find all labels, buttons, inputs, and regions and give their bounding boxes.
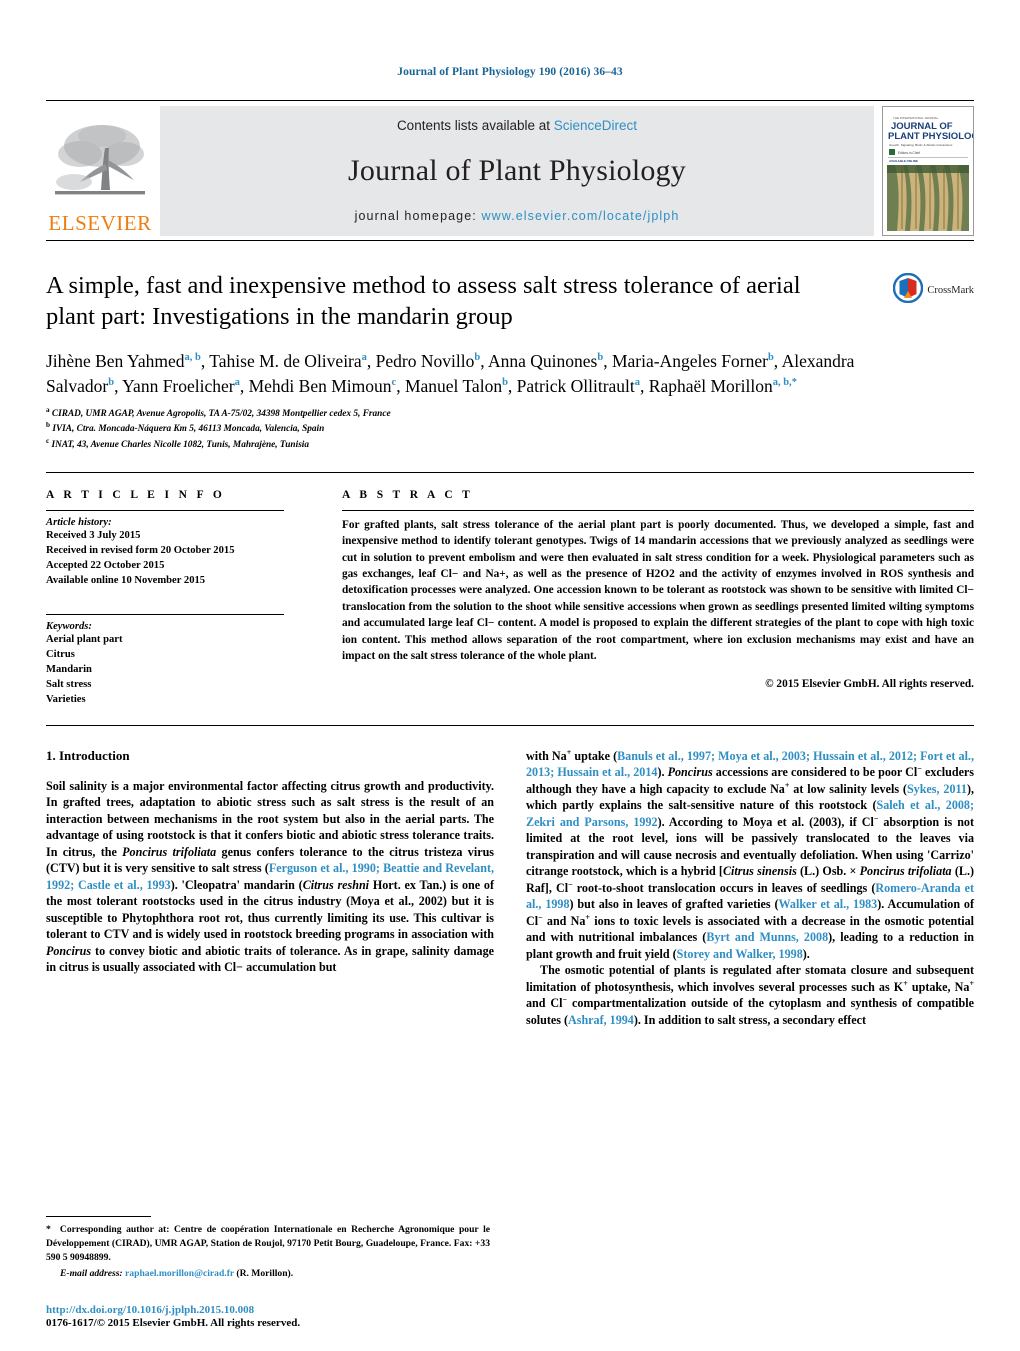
info-abstract-region: A R T I C L E I N F O Article history: R… <box>46 489 974 707</box>
affiliation-text: IVIA, Ctra. Moncada-Náquera Km 5, 46113 … <box>52 424 325 435</box>
corresponding-author-text: * Corresponding author at: Centre de coo… <box>46 1224 490 1263</box>
email-label: E-mail address: <box>60 1268 123 1280</box>
email-line: E-mail address: raphael.morillon@cirad.f… <box>46 1267 490 1281</box>
homepage-prefix: journal homepage: <box>354 209 482 223</box>
svg-text:PLANT PHYSIOLOGY: PLANT PHYSIOLOGY <box>888 131 973 142</box>
contents-list-line: Contents lists available at ScienceDirec… <box>397 118 637 133</box>
history-item: Received 3 July 2015 <box>46 529 141 541</box>
article-info-rule <box>46 509 284 511</box>
affiliation-item: b IVIA, Ctra. Moncada-Náquera Km 5, 4611… <box>46 422 974 437</box>
running-head: Journal of Plant Physiology 190 (2016) 3… <box>397 66 623 78</box>
affiliations: a CIRAD, UMR AGAP, Avenue Agropolis, TA … <box>46 407 974 452</box>
sciencedirect-link[interactable]: ScienceDirect <box>554 118 637 133</box>
elsevier-logo: ELSEVIER <box>46 106 154 236</box>
keyword-item: Mandarin <box>46 663 92 675</box>
title-bottom-rule <box>46 471 974 473</box>
email-suffix: (R. Morillon). <box>236 1268 294 1280</box>
svg-text:Editors-in-Chief: Editors-in-Chief <box>898 151 920 155</box>
keywords-rule <box>46 613 284 615</box>
author-list: Jihène Ben Yahmeda, b, Tahise M. de Oliv… <box>46 350 855 396</box>
journal-title: Journal of Plant Physiology <box>348 154 686 187</box>
doi-link[interactable]: http://dx.doi.org/10.1016/j.jplph.2015.1… <box>46 1304 506 1316</box>
affiliation-text: CIRAD, UMR AGAP, Avenue Agropolis, TA A-… <box>51 409 391 420</box>
header-rule <box>46 100 974 101</box>
affiliation-text: INAT, 43, Avenue Charles Nicolle 1082, T… <box>51 439 310 450</box>
article-info-heading: A R T I C L E I N F O <box>46 488 226 501</box>
elsevier-tree-icon <box>50 120 150 212</box>
corresponding-author-footnote: * Corresponding author at: Centre de coo… <box>46 1216 490 1281</box>
keyword-item: Salt stress <box>46 678 92 690</box>
abstract-rule <box>342 509 974 511</box>
article-history-label: Article history: <box>46 516 112 528</box>
crossmark-label: CrossMark <box>927 285 974 296</box>
affiliation-mark: a <box>46 406 50 415</box>
masthead-center-panel: Contents lists available at ScienceDirec… <box>160 106 874 236</box>
keyword-item: Citrus <box>46 648 75 660</box>
history-item: Accepted 22 October 2015 <box>46 559 165 571</box>
abstract-text: For grafted plants, salt stress toleranc… <box>342 518 974 663</box>
crossmark-logo-icon <box>893 272 924 308</box>
journal-masthead: ELSEVIER Contents lists available at Sci… <box>46 106 974 236</box>
abstract-copyright: © 2015 Elsevier GmbH. All rights reserve… <box>765 677 974 690</box>
article-page: Journal of Plant Physiology 190 (2016) 3… <box>0 0 1020 1351</box>
paragraph: with Na+ uptake (Banuls et al., 1997; Mo… <box>526 747 975 961</box>
paragraph: Soil salinity is a major environmental f… <box>46 778 495 975</box>
email-link[interactable]: raphael.morillon@cirad.fr <box>125 1268 234 1279</box>
svg-text:Growth, Signaling, Biotic & Ab: Growth, Signaling, Biotic & Abiotic Inte… <box>889 143 953 147</box>
masthead-bottom-rule <box>46 240 974 241</box>
right-column: with Na+ uptake (Banuls et al., 1997; Mo… <box>526 748 974 1029</box>
contents-prefix: Contents lists available at <box>396 118 554 133</box>
issn-copyright-line: 0176-1617/© 2015 Elsevier GmbH. All righ… <box>46 1317 301 1329</box>
keyword-item: Aerial plant part <box>46 633 123 645</box>
history-item: Received in revised form 20 October 2015 <box>46 544 235 556</box>
affiliation-item: c INAT, 43, Avenue Charles Nicolle 1082,… <box>46 436 974 453</box>
keywords-label: Keywords: <box>46 620 92 632</box>
affiliation-mark: c <box>46 436 50 445</box>
affiliation-mark: b <box>46 421 50 430</box>
page-title: A simple, fast and inexpensive method to… <box>46 272 801 330</box>
keywords-block: Keywords: Aerial plant part Citrus Manda… <box>46 613 284 707</box>
article-info-column: A R T I C L E I N F O Article history: R… <box>46 489 314 707</box>
title-block: A simple, fast and inexpensive method to… <box>46 271 974 333</box>
history-item: Available online 10 November 2015 <box>46 574 206 586</box>
abstract-heading: A B S T R A C T <box>342 488 474 501</box>
crossmark-badge[interactable]: CrossMark <box>878 271 974 333</box>
homepage-url-link[interactable]: www.elsevier.com/locate/jplph <box>481 209 679 223</box>
keyword-item: Varieties <box>46 693 86 705</box>
footer-doi-block: http://dx.doi.org/10.1016/j.jplph.2015.1… <box>46 1304 506 1329</box>
paragraph: The osmotic potential of plants is regul… <box>526 963 974 1027</box>
left-column: 1. Introduction Soil salinity is a major… <box>46 748 494 1029</box>
abstract-bottom-rule <box>46 724 974 726</box>
journal-cover-thumbnail: THE INTERNATIONAL JOURNAL JOURNAL OF PLA… <box>882 106 974 236</box>
affiliation-item: a CIRAD, UMR AGAP, Avenue Agropolis, TA … <box>46 407 974 422</box>
abstract-column: A B S T R A C T For grafted plants, salt… <box>314 489 974 707</box>
elsevier-wordmark: ELSEVIER <box>48 211 152 235</box>
footnote-rule <box>46 1216 151 1218</box>
body-columns: 1. Introduction Soil salinity is a major… <box>46 748 974 1029</box>
journal-homepage-line: journal homepage: www.elsevier.com/locat… <box>355 209 680 223</box>
svg-text:AVAILABLE ONLINE: AVAILABLE ONLINE <box>889 159 918 163</box>
introduction-heading: 1. Introduction <box>46 747 130 763</box>
svg-text:THE INTERNATIONAL JOURNAL: THE INTERNATIONAL JOURNAL <box>893 116 939 120</box>
